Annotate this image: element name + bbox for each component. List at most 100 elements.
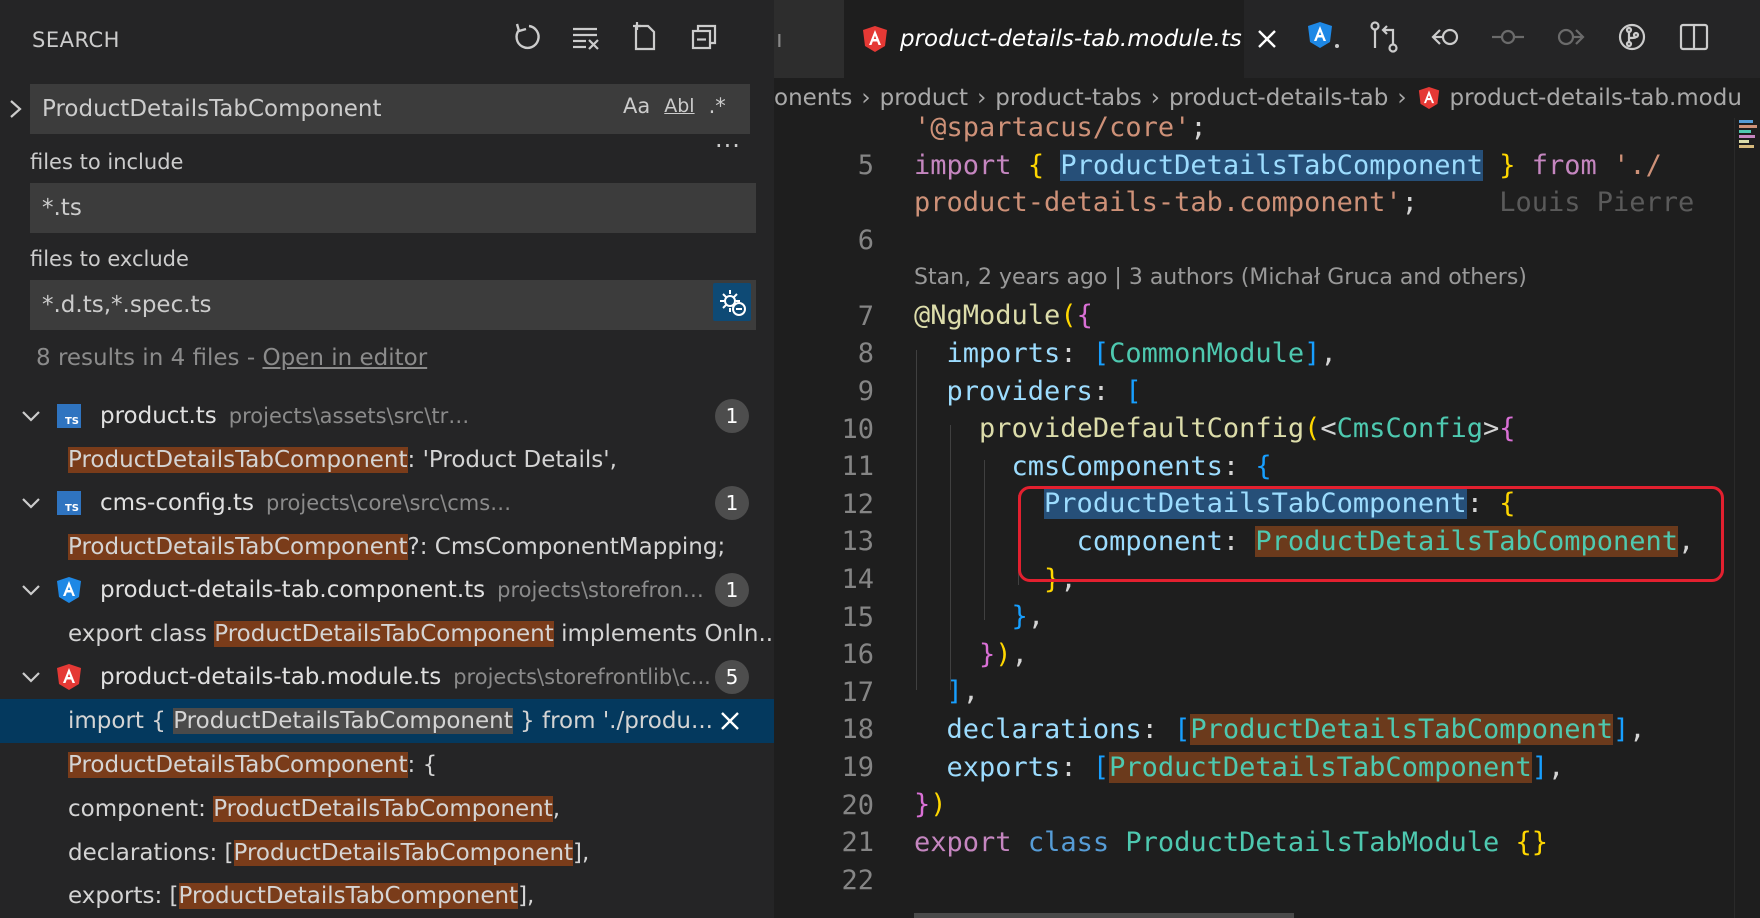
results-summary: 8 results in 4 files - Open in editor (36, 345, 427, 371)
code-token: ProductDetailsTabModule (1125, 827, 1500, 858)
result-file-cms-config-ts[interactable]: TS cms-config.ts projects\core\src\cms\c… (0, 481, 774, 525)
angular-module-icon (862, 25, 888, 53)
code-line-21: export class ProductDetailsTabModule {} (914, 827, 1549, 858)
open-changes-icon[interactable] (1366, 18, 1402, 56)
refresh-icon[interactable] (510, 20, 544, 54)
toggle-replace-chevron-icon[interactable] (6, 97, 26, 121)
line-number: 17 (841, 677, 874, 708)
match-context: ], (518, 883, 535, 909)
code-token: providers (946, 376, 1093, 407)
file-name: product-details-tab.component.ts (100, 577, 486, 603)
file-name: product.ts (100, 403, 217, 429)
match-row-selected[interactable]: import { ProductDetailsTabComponent } fr… (0, 699, 774, 743)
code-editor: ı product-details-tab.module.ts onents ›… (774, 0, 1760, 918)
match-context-before: declarations: [ (68, 840, 234, 866)
code-token: product-details-tab.component' (914, 187, 1402, 218)
code-line-5-wrap: product-details-tab.component'; Louis Pi… (914, 187, 1695, 218)
dismiss-result-close-icon[interactable] (718, 709, 742, 733)
angular-component-switch-icon[interactable] (1304, 18, 1340, 56)
breadcrumb-item[interactable]: onents (774, 85, 852, 111)
code-token: ProductDetailsTabComponent (1109, 752, 1532, 783)
code-line-15: }, (1011, 601, 1045, 632)
breadcrumb-item[interactable]: product-tabs (995, 85, 1141, 111)
include-input[interactable] (30, 183, 756, 233)
code-line-17: ], (946, 676, 980, 707)
chevron-down-icon[interactable] (18, 403, 44, 429)
code-token: imports (946, 338, 1061, 369)
use-exclude-settings-gear-icon[interactable] (713, 283, 751, 321)
file-path: projects\storefrontli... (497, 578, 708, 602)
angular-module-icon (1418, 86, 1440, 110)
toggle-search-details-button[interactable]: ··· (715, 132, 741, 160)
minimap[interactable] (1734, 118, 1760, 918)
match-row[interactable]: exports: [ProductDetailsTabComponent], (0, 874, 774, 918)
chevron-down-icon[interactable] (18, 577, 44, 603)
close-tab-icon[interactable] (1256, 28, 1278, 50)
minimap-line (1739, 130, 1751, 133)
split-editor-icon[interactable] (1676, 18, 1712, 56)
line-number: 8 (857, 338, 874, 369)
go-back-icon[interactable] (1428, 18, 1464, 56)
file-name: product-details-tab.module.ts (100, 664, 442, 690)
line-number: 9 (857, 376, 874, 407)
code-line-20: }) (914, 789, 947, 820)
match-highlight: ProductDetailsTabComponent (213, 796, 553, 822)
chevron-down-icon[interactable] (18, 490, 44, 516)
git-graph-icon[interactable] (1614, 18, 1650, 56)
match-context-before: component: (68, 796, 214, 822)
collapse-all-icon[interactable] (687, 20, 721, 54)
codelens-authors[interactable]: Stan, 2 years ago | 3 authors (Michał Gr… (914, 265, 1527, 290)
line-number: 13 (841, 526, 874, 557)
match-case-toggle[interactable]: Aa (623, 94, 650, 118)
line-number: 18 (841, 714, 874, 745)
clear-results-icon[interactable] (569, 20, 603, 54)
result-file-product-details-tab-module-ts[interactable]: product-details-tab.module.ts projects\s… (0, 655, 774, 699)
tab-title: product-details-tab.module.ts (900, 26, 1242, 52)
code-line-4: '@spartacus/core'; (914, 112, 1207, 143)
horizontal-scrollbar[interactable] (914, 913, 1294, 918)
chevron-down-icon[interactable] (18, 664, 44, 690)
line-number: 21 (841, 827, 874, 858)
search-sidebar: SEARCH Aa Abl .* ··· files to include fi… (0, 0, 774, 918)
include-label: files to include (30, 150, 184, 174)
code-token: class (1027, 827, 1110, 858)
result-file-product-ts[interactable]: TS product.ts projects\assets\src\transl… (0, 394, 774, 438)
match-highlight: ProductDetailsTabComponent (68, 534, 408, 560)
code-token: provideDefaultConfig (979, 413, 1305, 444)
result-file-product-details-tab-component-ts[interactable]: product-details-tab.component.ts project… (0, 568, 774, 612)
match-highlight: ProductDetailsTabComponent (214, 621, 554, 647)
code-token-selected: ProductDetailsTabComponent (1060, 150, 1483, 181)
new-search-editor-icon[interactable] (628, 20, 662, 54)
code-token: CommonModule (1109, 338, 1305, 369)
match-row[interactable]: component: ProductDetailsTabComponent, (0, 787, 774, 831)
minimap-line (1739, 120, 1753, 123)
breadcrumb-chevron-icon: › (977, 85, 987, 111)
match-row[interactable]: ProductDetailsTabComponent: 'Product Det… (0, 438, 774, 482)
line-number: 6 (857, 225, 874, 256)
tab-previous[interactable]: ı (774, 0, 844, 78)
match-context-before: import { (68, 708, 174, 734)
line-number: 15 (841, 602, 874, 633)
timeline-dot-icon[interactable] (1490, 18, 1526, 56)
match-row[interactable]: export class ProductDetailsTabComponent … (0, 612, 774, 656)
breadcrumb-item[interactable]: product-details-tab (1169, 85, 1388, 111)
match-highlight: ProductDetailsTabComponent (68, 447, 408, 473)
go-forward-icon[interactable] (1552, 18, 1588, 56)
search-title-actions (510, 20, 721, 54)
code-line-5: import { ProductDetailsTabComponent } fr… (914, 150, 1662, 181)
tab-product-details-tab-module[interactable]: product-details-tab.module.ts (844, 0, 1276, 78)
code-token: ProductDetailsTabComponent (1190, 714, 1614, 745)
minimap-line (1739, 140, 1749, 143)
breadcrumb-item[interactable]: product (880, 85, 968, 111)
regex-toggle[interactable]: .* (709, 94, 726, 118)
whole-word-toggle[interactable]: Abl (664, 95, 694, 117)
code-token: export (914, 827, 1012, 858)
open-in-editor-link[interactable]: Open in editor (262, 345, 427, 371)
match-row[interactable]: declarations: [ProductDetailsTabComponen… (0, 831, 774, 875)
exclude-input[interactable] (30, 280, 756, 330)
code-line-18: declarations: [ProductDetailsTabComponen… (946, 714, 1646, 745)
breadcrumb-item[interactable]: product-details-tab.modu (1450, 85, 1742, 111)
match-row[interactable]: ProductDetailsTabComponent: { (0, 743, 774, 787)
match-highlight: ProductDetailsTabComponent (178, 883, 519, 909)
match-row[interactable]: ProductDetailsTabComponent?: CmsComponen… (0, 525, 774, 569)
